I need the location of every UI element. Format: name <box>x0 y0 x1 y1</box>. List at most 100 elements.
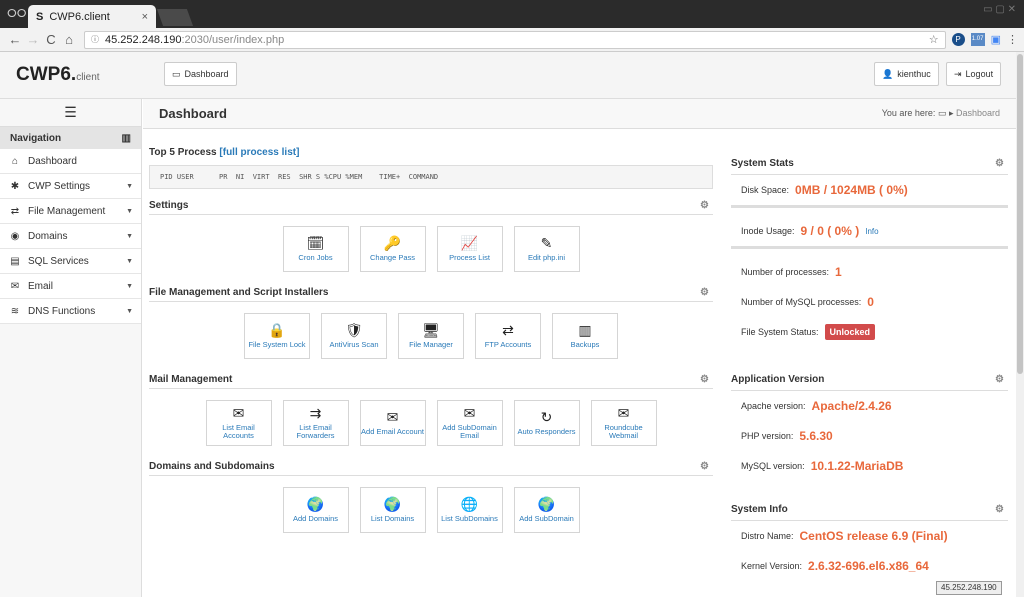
add-email-account-button[interactable]: ✉ Add Email Account <box>359 400 426 446</box>
extension-translate-icon[interactable]: ▣ <box>991 33 1001 46</box>
auto-responders-button[interactable]: ↻ Auto Responders <box>513 400 580 446</box>
list-email-forwarders-icon: ⇉ <box>309 404 322 421</box>
scrollbar-thumb[interactable] <box>1017 54 1023 374</box>
tile-label: Edit php.ini <box>527 253 566 263</box>
forward-icon[interactable]: → <box>24 32 42 47</box>
antivirus-scan-button[interactable]: 🛡 AntiVirus Scan <box>321 313 387 359</box>
list-email-accounts-button[interactable]: ✉ List Email Accounts <box>205 400 272 446</box>
system-info-title: System Info ⚙ <box>731 499 1008 521</box>
favicon-icon: S <box>36 10 44 23</box>
address-bar: ← → C ⌂ ⓘ 45.252.248.190 :2030/user/inde… <box>0 28 1024 52</box>
ftp-accounts-button[interactable]: ⇄ FTP Accounts <box>475 313 541 359</box>
reload-icon[interactable]: C <box>42 32 60 47</box>
user-button[interactable]: 👤 kienthuc <box>874 62 939 86</box>
logout-button[interactable]: ⇥ Logout <box>946 62 1002 86</box>
sidebar-toggle-button[interactable]: ☰ <box>0 99 141 127</box>
process-list-button[interactable]: 📈 Process List <box>436 226 503 272</box>
new-tab-button[interactable] <box>156 9 194 26</box>
left-column: Top 5 Process [full process list] PID US… <box>149 143 713 545</box>
change-pass-button[interactable]: 🔑 Change Pass <box>359 226 426 272</box>
logo[interactable]: CWP6.client <box>16 64 100 86</box>
list-email-accounts-icon: ✉ <box>232 404 245 421</box>
list-domains-icon: 🌍 <box>383 495 402 512</box>
sidebar-item-label: SQL Services <box>28 255 89 267</box>
incognito-icon: ⵔⵔ <box>7 8 27 20</box>
window-controls[interactable]: ▭ ▢ ✕ <box>983 4 1016 15</box>
sidebar-item-label: CWP Settings <box>28 180 91 192</box>
tile-label: Cron Jobs <box>298 253 333 263</box>
php-version: PHP version: 5.6.30 <box>741 429 833 443</box>
list-subdomains-button[interactable]: 🌐 List SubDomains <box>436 487 503 533</box>
tile-label: Process List <box>449 253 490 263</box>
sidebar-item-dashboard[interactable]: ⌂ Dashboard <box>0 149 141 174</box>
sidebar-item-email[interactable]: ✉ Email ▼ <box>0 274 141 299</box>
full-process-list-link[interactable]: [full process list] <box>219 147 299 158</box>
url-input[interactable]: ⓘ 45.252.248.190 :2030/user/index.php ☆ <box>84 30 946 49</box>
caret-down-icon: ▼ <box>126 282 133 290</box>
sidebar-item-file-management[interactable]: ⇄ File Management ▼ <box>0 199 141 224</box>
dashboard-button[interactable]: ▭ Dashboard <box>164 62 237 86</box>
gear-icon[interactable]: ⚙ <box>700 200 709 211</box>
inode-usage: Inode Usage: 9 / 0 ( 0% ) Info <box>741 224 879 238</box>
backups-button[interactable]: ▥ Backups <box>552 313 618 359</box>
roundcube-webmail-button[interactable]: ✉ Roundcube Webmail <box>590 400 657 446</box>
mysql-process-count: Number of MySQL processes: 0 <box>741 295 874 309</box>
add-subdomain-button[interactable]: 🌍 Add SubDomain <box>513 487 580 533</box>
sidebar-item-label: Dashboard <box>28 155 77 167</box>
gear-icon[interactable]: ⚙ <box>995 158 1004 169</box>
icon-row: 🔒 File System Lock 🛡 AntiVirus Scan 🖥 File Ma… <box>149 313 713 359</box>
home-icon[interactable]: ⌂ <box>60 32 78 47</box>
add-domains-button[interactable]: 🌍 Add Domains <box>282 487 349 533</box>
gear-icon[interactable]: ⚙ <box>995 504 1004 515</box>
bookmark-star-icon[interactable]: ☆ <box>929 33 939 46</box>
extensions: P 1.07 ▣ ⋮ <box>951 33 1018 46</box>
sidebar-item-dns-functions[interactable]: ≋ DNS Functions ▼ <box>0 299 141 324</box>
tile-label: Add Domains <box>292 514 339 524</box>
icon-row: 🌍 Add Domains 🌍 List Domains 🌐 List SubDomain… <box>149 487 713 533</box>
sidebar-item-cwp-settings[interactable]: ✱ CWP Settings ▼ <box>0 174 141 199</box>
caret-down-icon: ▼ <box>126 182 133 190</box>
close-tab-icon[interactable]: × <box>142 11 148 23</box>
status-badge: Unlocked <box>824 324 876 340</box>
gear-icon[interactable]: ⚙ <box>995 374 1004 385</box>
page-scrollbar[interactable] <box>1016 52 1024 597</box>
back-icon[interactable]: ← <box>6 32 24 47</box>
inode-info-link[interactable]: Info <box>865 227 878 236</box>
add-domains-icon: 🌍 <box>306 495 325 512</box>
tile-label: AntiVirus Scan <box>329 340 379 350</box>
section-title: File Management and Script Installers ⚙ <box>149 284 713 302</box>
gear-icon[interactable]: ⚙ <box>700 374 709 385</box>
add-subdomain-email-button[interactable]: ✉ Add SubDomain Email <box>436 400 503 446</box>
file-manager-icon: 🖥 <box>422 321 440 338</box>
info-icon[interactable]: ⓘ <box>91 34 99 45</box>
section-title: Settings ⚙ <box>149 197 713 215</box>
file-manager-button[interactable]: 🖥 File Manager <box>398 313 464 359</box>
sidebar-item-label: File Management <box>28 205 106 217</box>
sidebar-item-sql-services[interactable]: ▤ SQL Services ▼ <box>0 249 141 274</box>
caret-down-icon: ▼ <box>126 207 133 215</box>
sidebar-item-domains[interactable]: ◉ Domains ▼ <box>0 224 141 249</box>
list-domains-button[interactable]: 🌍 List Domains <box>359 487 426 533</box>
icon-row: 🗓 Cron Jobs 🔑 Change Pass 📈 Process List ✎ Edit… <box>149 226 713 272</box>
gear-icon[interactable]: ⚙ <box>700 287 709 298</box>
browser-tab[interactable]: S CWP6.client × <box>28 5 156 28</box>
list-email-forwarders-button[interactable]: ⇉ List Email Forwarders <box>282 400 349 446</box>
globe-icon: ◉ <box>10 230 20 242</box>
cron-jobs-button[interactable]: 🗓 Cron Jobs <box>282 226 349 272</box>
breadcrumb-current[interactable]: Dashboard <box>956 108 1000 118</box>
tab-bar: ⵔⵔ S CWP6.client × ▭ ▢ ✕ <box>0 0 1024 28</box>
home-icon: ⌂ <box>11 155 19 167</box>
auto-responders-icon: ↻ <box>540 408 553 425</box>
layout-icon[interactable]: ▥ <box>122 133 131 144</box>
extension-p-icon[interactable]: P <box>951 33 965 46</box>
tile-label: File System Lock <box>248 340 306 350</box>
menu-icon[interactable]: ⋮ <box>1007 33 1018 46</box>
tile-label: FTP Accounts <box>484 340 532 350</box>
extension-badge-icon[interactable]: 1.07 <box>970 33 985 46</box>
exchange-icon: ⇄ <box>10 205 20 217</box>
edit-php-ini-button[interactable]: ✎ Edit php.ini <box>513 226 580 272</box>
tile-label: List Email Accounts <box>222 422 255 441</box>
file-system-lock-button[interactable]: 🔒 File System Lock <box>244 313 310 359</box>
caret-down-icon: ▼ <box>126 257 133 265</box>
gear-icon[interactable]: ⚙ <box>700 461 709 472</box>
